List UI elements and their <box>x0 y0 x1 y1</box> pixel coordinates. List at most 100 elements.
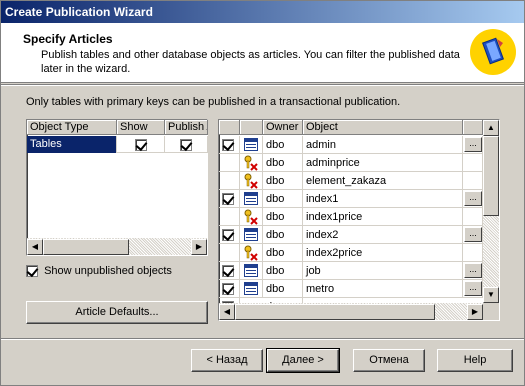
publish-all-checkbox[interactable] <box>180 139 192 152</box>
column-header-icon[interactable] <box>240 120 263 135</box>
table-icon <box>244 264 258 277</box>
publish-cell <box>219 280 240 298</box>
properties-cell: ... <box>463 262 483 280</box>
icon-cell <box>240 136 263 154</box>
owner-cell: dbo <box>263 262 303 280</box>
object-cell: index1 <box>303 190 463 208</box>
articles-vscroll-thumb[interactable] <box>483 136 499 216</box>
icon-cell <box>240 208 263 226</box>
owner-cell: dbo <box>263 280 303 298</box>
article-row[interactable]: dbo adminprice <box>219 154 499 172</box>
object-cell: index2 <box>303 226 463 244</box>
help-button[interactable]: Help <box>437 349 513 372</box>
window-title: Create Publication Wizard <box>5 5 153 19</box>
article-row[interactable]: dbo index1price <box>219 208 499 226</box>
article-properties-button[interactable]: ... <box>464 191 482 206</box>
properties-cell <box>463 244 483 262</box>
column-header-object[interactable]: Object <box>303 120 463 135</box>
publish-checkbox[interactable] <box>222 283 234 296</box>
show-checkbox[interactable] <box>134 139 147 152</box>
article-row[interactable]: dbo job... <box>219 262 499 280</box>
publish-cell <box>219 226 240 244</box>
properties-cell: ... <box>463 190 483 208</box>
article-row[interactable]: dbo metro... <box>219 280 499 298</box>
column-header-object-type[interactable]: Object Type <box>27 120 117 135</box>
publish-cell <box>219 190 240 208</box>
title-bar: Create Publication Wizard <box>1 1 524 23</box>
publish-cell <box>219 136 240 154</box>
scroll-left-button[interactable]: ◀ <box>27 239 43 255</box>
column-header-properties[interactable] <box>463 120 483 135</box>
article-properties-button[interactable]: ... <box>464 137 482 152</box>
icon-cell <box>240 262 263 280</box>
publish-all-cell <box>165 136 208 153</box>
column-header-show[interactable]: Show <box>117 120 165 135</box>
show-unpublished-label: Show unpublished objects <box>44 265 172 278</box>
owner-cell: dbo <box>263 244 303 262</box>
properties-cell: ... <box>463 226 483 244</box>
object-cell: adminprice <box>303 154 463 172</box>
article-row[interactable]: dbo element_zakaza <box>219 172 499 190</box>
publish-cell <box>219 208 240 226</box>
scroll-down-button[interactable]: ▼ <box>483 287 499 303</box>
footer-separator <box>1 338 524 340</box>
article-defaults-button[interactable]: Article Defaults... <box>26 301 208 324</box>
icon-cell <box>240 172 263 190</box>
object-cell: index2price <box>303 244 463 262</box>
publication-icon <box>470 29 516 75</box>
next-button[interactable]: Далее > <box>266 348 340 373</box>
publish-cell <box>219 262 240 280</box>
article-row[interactable]: dbo index2... <box>219 226 499 244</box>
column-header-publish-all[interactable]: Publish All <box>165 120 208 135</box>
article-row[interactable]: dbo index1... <box>219 190 499 208</box>
icon-cell <box>240 154 263 172</box>
publish-cell <box>219 172 240 190</box>
article-properties-button[interactable]: ... <box>464 227 482 242</box>
article-properties-button[interactable]: ... <box>464 263 482 278</box>
column-header-owner[interactable]: Owner <box>263 120 303 135</box>
scroll-right-button[interactable]: ▶ <box>191 239 207 255</box>
no-key-icon <box>244 209 258 225</box>
properties-cell <box>463 208 483 226</box>
articles-scroll-right-button[interactable]: ▶ <box>467 304 483 320</box>
icon-cell <box>240 226 263 244</box>
object-type-row[interactable]: Tables <box>27 136 208 153</box>
object-cell: element_zakaza <box>303 172 463 190</box>
publish-checkbox[interactable] <box>222 139 234 152</box>
back-button[interactable]: < Назад <box>191 349 263 372</box>
show-unpublished-option[interactable]: Show unpublished objects <box>26 265 172 278</box>
properties-cell <box>463 172 483 190</box>
object-cell: job <box>303 262 463 280</box>
article-properties-button[interactable]: ... <box>464 281 482 296</box>
show-cell <box>117 136 165 153</box>
icon-cell <box>240 280 263 298</box>
cancel-button[interactable]: Отмена <box>353 349 425 372</box>
articles-hscroll-thumb[interactable] <box>235 304 435 320</box>
articles-grid[interactable]: Owner Object dbo admin... dbo adminprice dbo… <box>218 119 500 321</box>
articles-scroll-left-button[interactable]: ◀ <box>219 304 235 320</box>
publish-checkbox[interactable] <box>222 265 234 278</box>
article-row[interactable]: dbo admin... <box>219 136 499 154</box>
column-header-publish[interactable] <box>219 120 240 135</box>
no-key-icon <box>244 245 258 261</box>
owner-cell: dbo <box>263 154 303 172</box>
object-cell: admin <box>303 136 463 154</box>
show-unpublished-checkbox[interactable] <box>26 265 38 278</box>
publish-checkbox[interactable] <box>222 229 234 242</box>
page-title: Specify Articles <box>23 32 113 46</box>
header-separator <box>1 84 524 86</box>
scroll-up-button[interactable]: ▲ <box>483 120 499 136</box>
publish-checkbox[interactable] <box>222 193 234 206</box>
properties-cell: ... <box>463 280 483 298</box>
object-cell: metro <box>303 280 463 298</box>
object-type-cell: Tables <box>27 136 117 153</box>
article-row[interactable]: dbo index2price <box>219 244 499 262</box>
no-key-icon <box>244 155 258 171</box>
icon-cell <box>240 190 263 208</box>
object-cell: index1price <box>303 208 463 226</box>
no-key-icon <box>244 173 258 189</box>
object-type-grid[interactable]: Object Type Show Publish All Tables ◀ ▶ <box>26 119 208 256</box>
wizard-window: Create Publication Wizard Specify Articl… <box>0 0 525 386</box>
page-description: Publish tables and other database object… <box>41 49 460 75</box>
left-grid-hscroll-thumb[interactable] <box>43 239 129 255</box>
